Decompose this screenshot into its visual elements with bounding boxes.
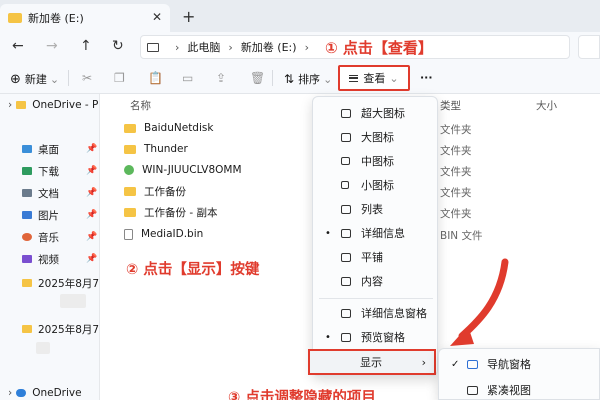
annotation-arrow — [450, 258, 509, 346]
arrow-curve — [458, 258, 509, 340]
